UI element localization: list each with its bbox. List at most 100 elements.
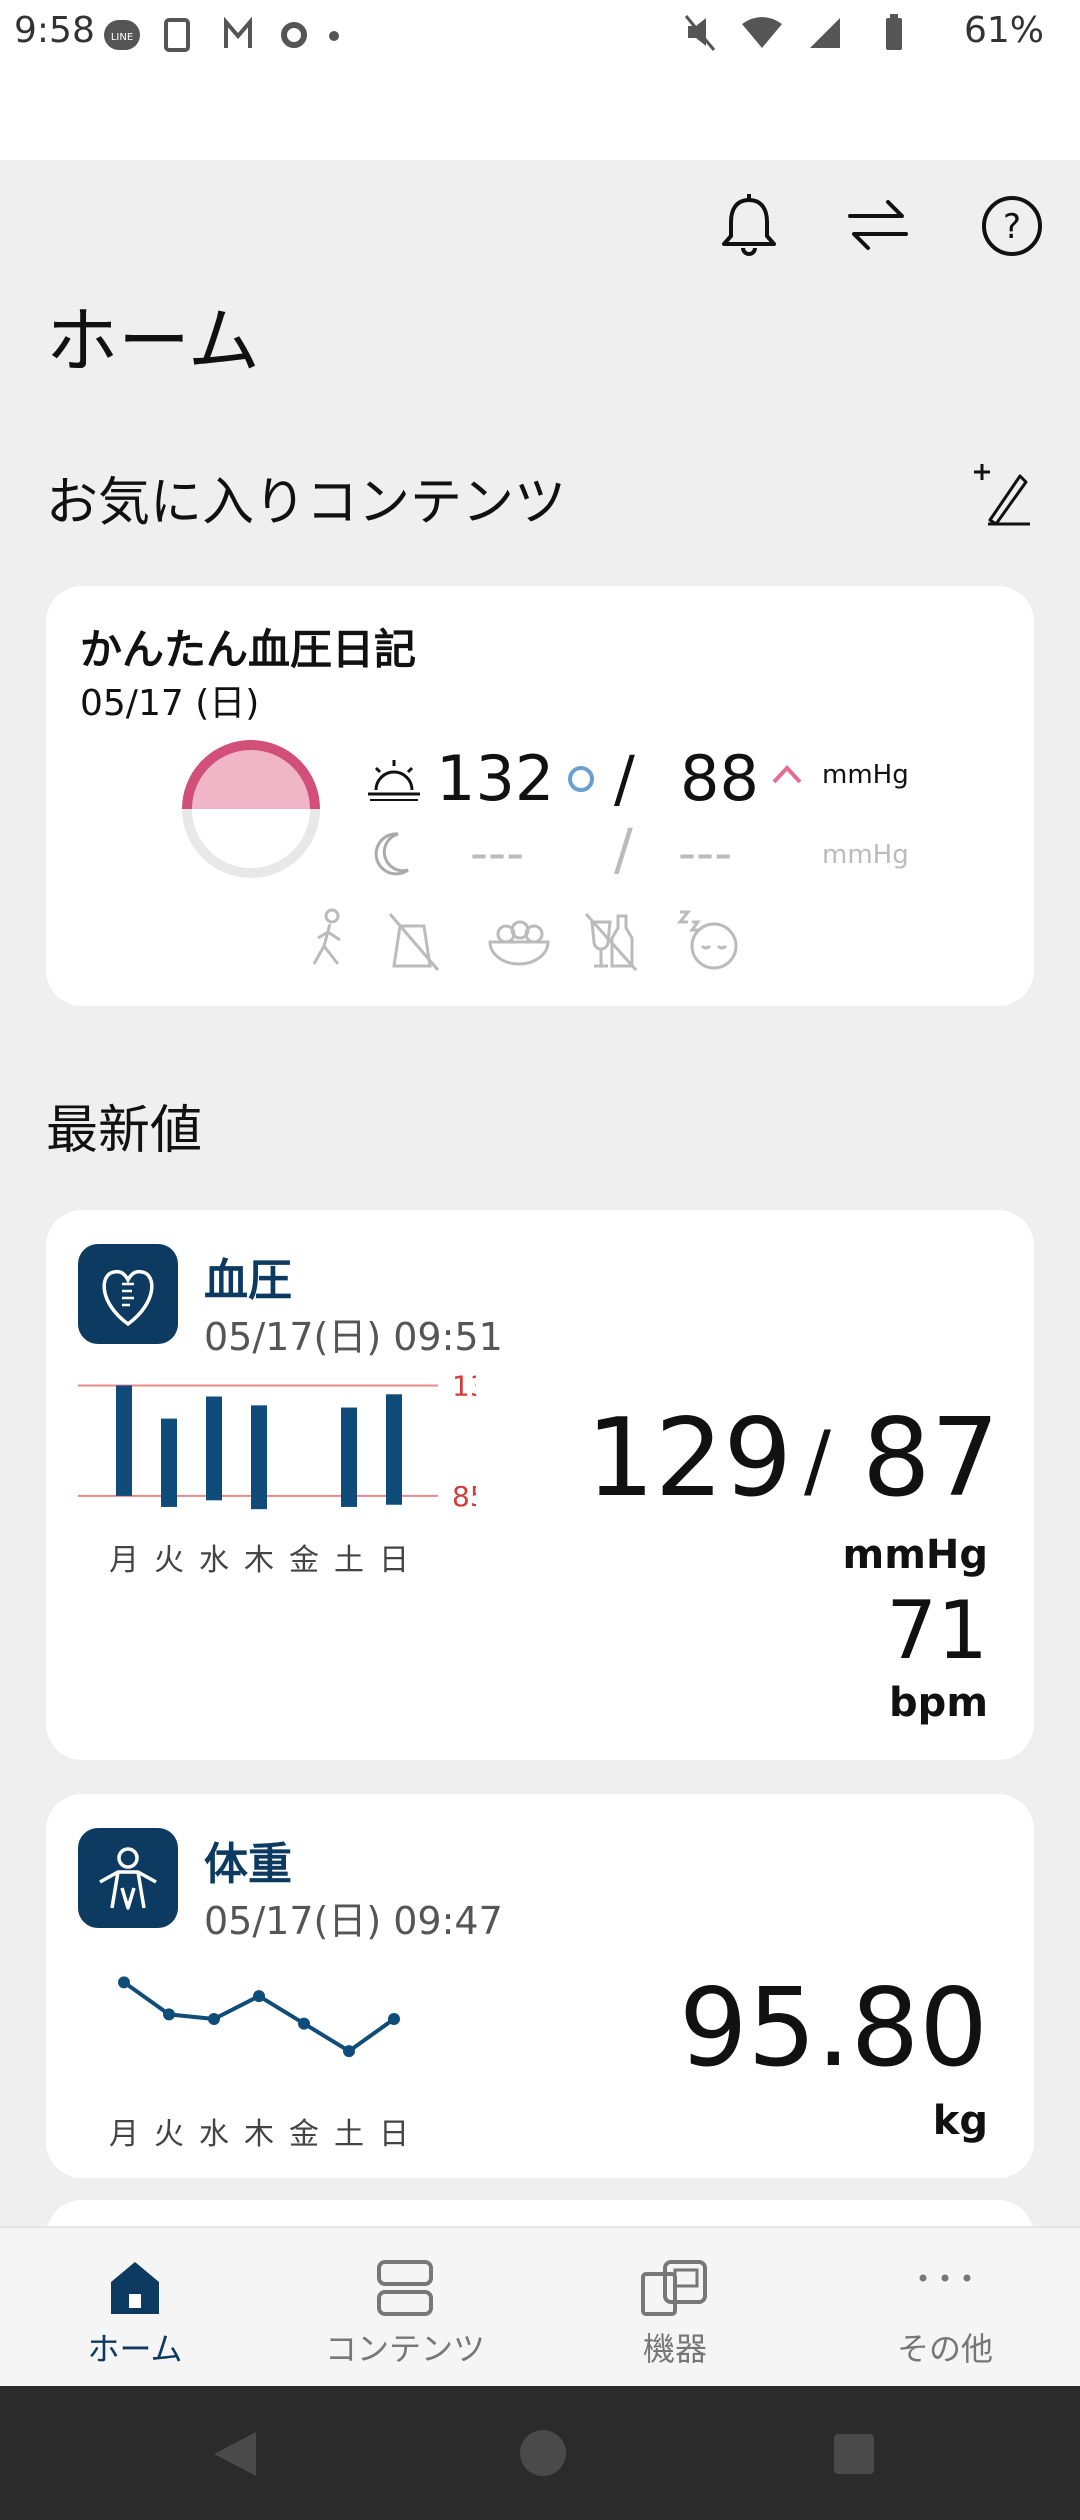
weight-point bbox=[343, 2045, 355, 2058]
morning-unit: mmHg bbox=[822, 760, 909, 790]
morning-systolic: 132 bbox=[436, 742, 555, 815]
nav-contents[interactable]: コンテンツ bbox=[270, 2228, 540, 2388]
bp-day-label: 水 bbox=[199, 1543, 229, 1578]
pulse-unit: bpm bbox=[889, 1680, 988, 1726]
nav-contents-label: コンテンツ bbox=[324, 2330, 485, 2368]
bp-day-label: 金 bbox=[289, 1543, 319, 1578]
evening-separator: / bbox=[614, 818, 633, 883]
bell-icon[interactable] bbox=[718, 192, 780, 256]
more-dots-icon bbox=[919, 2274, 971, 2282]
status-bar: 9:58 LINE 61% bbox=[0, 0, 1080, 68]
evening-moon-icon bbox=[374, 832, 409, 876]
edit-favorites-icon[interactable] bbox=[970, 462, 1032, 528]
vegetables-bowl-icon bbox=[488, 920, 550, 966]
weight-day-label: 火 bbox=[154, 2117, 184, 2152]
heart-icon bbox=[78, 1244, 178, 1344]
weight-day-label: 日 bbox=[379, 2117, 409, 2152]
morning-separator: / bbox=[614, 742, 635, 815]
bp-card-title: 血圧 bbox=[204, 1255, 292, 1306]
morning-diastolic: 88 bbox=[680, 742, 759, 815]
high-caret-icon bbox=[772, 765, 802, 784]
bp-unit: mmHg bbox=[842, 1532, 988, 1578]
morning-sun-icon bbox=[368, 760, 420, 801]
svg-text:LINE: LINE bbox=[111, 32, 133, 43]
sleep-face-icon bbox=[676, 910, 738, 970]
wifi-icon bbox=[742, 17, 782, 48]
no-alcohol-icon bbox=[584, 913, 638, 971]
bp-diary-date: 05/17 (日) bbox=[80, 683, 260, 724]
weight-card-datetime: 05/17(日) 09:47 bbox=[204, 1899, 503, 1943]
gmail-icon bbox=[224, 16, 252, 48]
nav-more[interactable]: その他 bbox=[810, 2228, 1080, 2388]
contents-icon bbox=[377, 2260, 433, 2316]
weight-point bbox=[253, 1990, 265, 2003]
bp-bar bbox=[386, 1394, 402, 1505]
no-salt-icon bbox=[388, 913, 440, 971]
home-circle-icon[interactable] bbox=[518, 2428, 568, 2478]
weight-day-label: 金 bbox=[289, 2117, 319, 2152]
weight-day-label: 月 bbox=[109, 2117, 139, 2152]
weight-point bbox=[163, 2008, 175, 2021]
evening-unit: mmHg bbox=[822, 840, 909, 870]
person-icon bbox=[78, 1828, 178, 1928]
bp-bar bbox=[206, 1396, 222, 1501]
blood-pressure-card[interactable]: 血圧 05/17(日) 09:51 13585月火水木金土日 129 / 87 … bbox=[46, 1210, 1034, 1760]
bp-card-datetime: 05/17(日) 09:51 bbox=[204, 1315, 503, 1359]
weight-day-label: 土 bbox=[334, 2117, 364, 2152]
bp-day-label: 月 bbox=[109, 1543, 139, 1578]
weight-point bbox=[388, 2013, 400, 2025]
bp-bar bbox=[161, 1418, 177, 1507]
phone-icon bbox=[164, 18, 190, 52]
latest-section-title: 最新値 bbox=[46, 1101, 203, 1161]
pulse-value: 71 bbox=[886, 1584, 988, 1677]
bp-diary-card[interactable]: かんたん血圧日記 05/17 (日) 132 / 88 mmHg --- / -… bbox=[46, 586, 1034, 1006]
nav-home[interactable]: ホーム bbox=[0, 2228, 270, 2388]
bp-diary-title: かんたん血圧日記 bbox=[80, 625, 417, 674]
lifestyle-icons bbox=[312, 908, 738, 971]
bp-bar bbox=[116, 1385, 132, 1496]
help-icon[interactable]: ? bbox=[980, 194, 1044, 258]
svg-text:?: ? bbox=[1003, 207, 1021, 247]
weight-day-label: 木 bbox=[244, 2117, 274, 2152]
app-top-bar bbox=[0, 68, 1080, 160]
bp-diastolic-value: 87 bbox=[862, 1396, 1000, 1521]
battery-icon bbox=[886, 14, 902, 50]
nav-home-label: ホーム bbox=[87, 2330, 183, 2368]
bp-reference-label: 85 bbox=[452, 1480, 476, 1513]
back-icon[interactable] bbox=[206, 2426, 266, 2482]
walking-icon bbox=[312, 908, 341, 965]
sync-arrows-icon[interactable] bbox=[846, 196, 910, 254]
recents-icon[interactable] bbox=[832, 2432, 876, 2476]
system-status-icons bbox=[684, 15, 840, 51]
page-title: ホーム bbox=[46, 299, 260, 383]
bp-day-label: 火 bbox=[154, 1543, 184, 1578]
weight-day-label: 水 bbox=[199, 2117, 229, 2152]
notification-icons: LINE bbox=[104, 16, 339, 52]
weight-unit: kg bbox=[932, 2098, 988, 2144]
weight-point bbox=[118, 1976, 130, 1989]
weight-value: 95.80 bbox=[678, 1966, 988, 2091]
devices-icon bbox=[641, 2260, 707, 2316]
weight-card[interactable]: 体重 05/17(日) 09:47 月火水木金土日 95.80 kg bbox=[46, 1794, 1034, 2178]
bp-bar bbox=[341, 1407, 357, 1507]
nav-more-label: その他 bbox=[896, 2330, 993, 2368]
evening-diastolic: --- bbox=[678, 824, 733, 882]
bp-day-label: 木 bbox=[244, 1543, 274, 1578]
bp-reference-label: 135 bbox=[452, 1369, 476, 1402]
bp-systolic-value: 129 bbox=[586, 1396, 793, 1521]
weight-weekly-chart: 月火水木金土日 bbox=[109, 1976, 409, 2152]
weight-card-title: 体重 bbox=[204, 1839, 292, 1890]
status-time: 9:58 bbox=[14, 10, 95, 51]
normal-circle-icon bbox=[568, 766, 594, 792]
nav-devices[interactable]: 機器 bbox=[540, 2228, 810, 2388]
bottom-navigation: ホーム コンテンツ 機器 その他 bbox=[0, 2226, 1080, 2386]
home-icon bbox=[111, 2262, 159, 2314]
settings-icon bbox=[281, 22, 307, 48]
bp-day-label: 日 bbox=[379, 1543, 409, 1578]
battery-percent: 61% bbox=[963, 10, 1044, 51]
favorites-section-title: お気に入りコンテンツ bbox=[46, 473, 567, 533]
signal-icon bbox=[810, 18, 840, 48]
bp-separator: / bbox=[804, 1414, 831, 1507]
dot-icon bbox=[329, 31, 339, 41]
system-navigation-bar bbox=[0, 2386, 1080, 2520]
